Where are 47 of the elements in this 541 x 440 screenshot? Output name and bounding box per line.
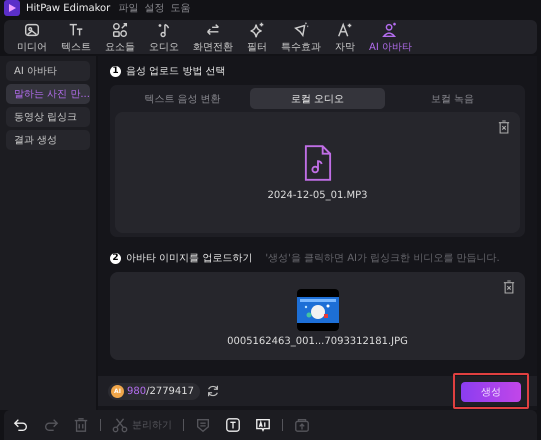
delete-icon[interactable] [503,280,515,294]
step-number: 1 [110,66,121,76]
toolbar-tab[interactable]: 오디오 [142,20,186,54]
source-tab[interactable]: 로컬 오디오 [250,88,385,109]
sidebar-item[interactable]: AI 아바타 [6,61,90,81]
shield-icon [195,417,211,433]
ai-chat-icon [255,417,271,433]
upload-box-icon [294,417,310,433]
toolbar-tab[interactable]: 화면전환 [186,20,240,54]
credits-used: 980 [127,386,146,396]
toolbar-tab[interactable]: 필터 [240,20,274,54]
redo-icon [43,417,59,433]
trash-icon [73,417,89,433]
file-name: 2024-12-05_01.MP3 [267,190,368,201]
toolbar-tab[interactable]: AI 아바타 [362,20,419,54]
step-hint: '생성'을 클릭하면 AI가 립싱크한 비디오를 만듭니다. [265,252,500,265]
sidebar-item[interactable]: 말하는 사진 만... [6,84,90,104]
shapes-icon [111,20,129,38]
step-title: 음성 업로드 방법 선택 [126,65,226,78]
source-tab[interactable]: 보컬 녹음 [385,88,520,109]
sidebar-item[interactable]: 동영상 립싱크 [6,107,90,127]
credits-total: /2779417 [146,386,194,396]
scissors-icon [112,417,128,433]
step-number: 2 [110,252,121,264]
toolbar-tab[interactable]: 요소들 [98,20,142,54]
app-logo-icon [4,0,20,16]
toolbar-tab[interactable]: 자막 [328,20,362,54]
megaphone-icon [292,20,310,38]
undo-icon [13,417,29,433]
toolbar-tab[interactable]: 미디어 [10,20,54,54]
toolbar-tab[interactable]: 텍스트 [54,20,98,54]
text-box-icon [225,417,241,433]
source-tab[interactable]: 텍스트 음성 변환 [115,88,250,109]
step-title: 아바타 이미지를 업로드하기 [126,252,252,265]
refresh-icon[interactable] [206,384,220,398]
menu-item[interactable]: 도움 [170,1,190,15]
letter-a-icon [336,20,354,38]
app-title: HitPaw Edimakor [26,2,110,14]
sidebar-item[interactable]: 결과 생성 [6,130,90,150]
menu-item[interactable]: 파일 [118,1,138,15]
delete-icon[interactable] [498,120,510,134]
audio-file-icon [304,144,332,182]
toolbar-tab[interactable]: 특수효과 [274,20,328,54]
sparkle-icon [248,20,266,38]
file-name: 0005162463_001...7093312181.JPG [227,336,408,346]
menu-item[interactable]: 설정 [144,1,164,15]
generate-button[interactable]: 생성 [461,382,521,402]
